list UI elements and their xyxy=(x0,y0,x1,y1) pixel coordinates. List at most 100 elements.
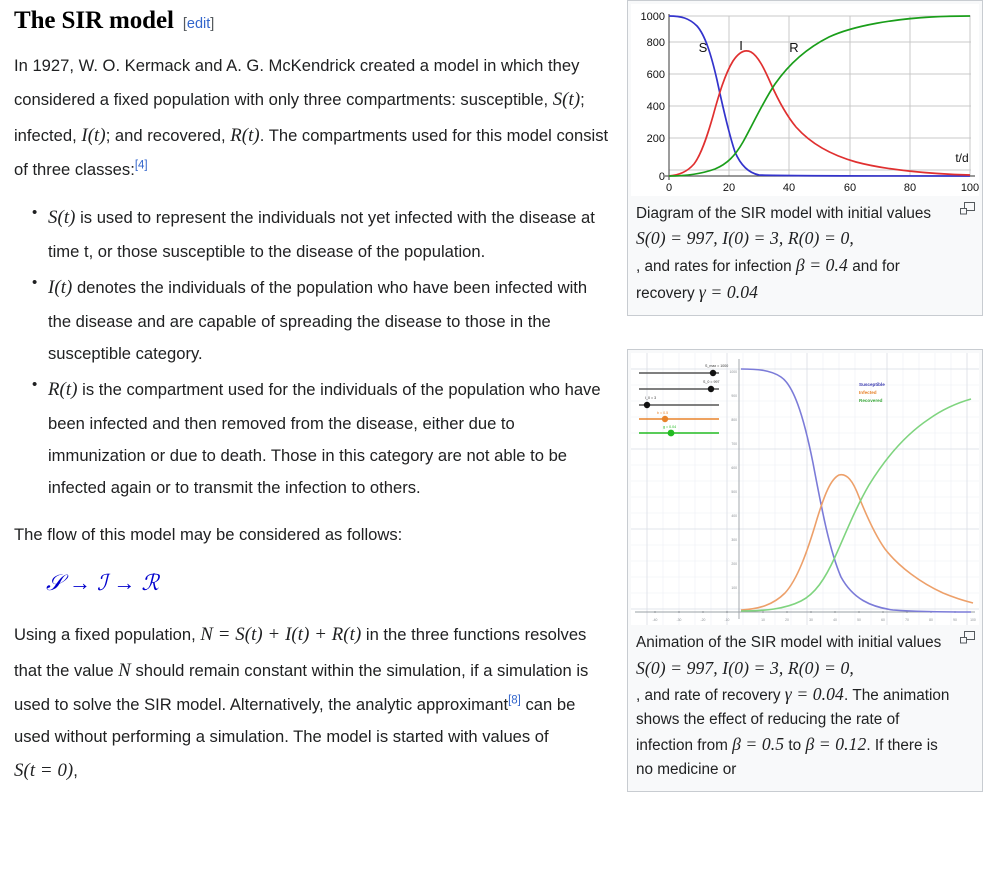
svg-text:100: 100 xyxy=(731,586,737,590)
arrow-icon: → xyxy=(69,570,93,596)
svg-text:-30: -30 xyxy=(677,618,682,622)
caption-initial-values: S(0) = 997, I(0) = 3, R(0) = 0, xyxy=(636,657,854,678)
thumbnail-2-caption: Animation of the SIR model with initial … xyxy=(631,625,979,789)
slider-handle-beta[interactable] xyxy=(661,416,669,423)
svg-text:100: 100 xyxy=(961,182,979,194)
caption-math-values: S(0) = 997, I(0) = 3, R(0) = 0 xyxy=(636,228,850,249)
svg-text:10: 10 xyxy=(761,618,765,622)
thumbnail-column: 1000 800 600 400 200 0 0 20 40 60 80 100… xyxy=(627,0,983,825)
svg-text:0: 0 xyxy=(659,171,665,183)
flow-lead-paragraph: The flow of this model may be considered… xyxy=(14,525,403,545)
sir-line-chart: 1000 800 600 400 200 0 0 20 40 60 80 100… xyxy=(631,4,979,196)
caption-text-d: to xyxy=(784,737,806,755)
math-symbol-s: S(t) xyxy=(48,207,76,229)
reference-8[interactable]: [8] xyxy=(508,694,521,707)
intro-paragraph: In 1927, W. O. Kermack and A. G. McKendr… xyxy=(14,50,614,186)
flow-symbol-r: ℛ xyxy=(141,570,160,596)
sir-animation-image[interactable]: 1000 900 800 700 600 500 400 300 200 100 -40 -… xyxy=(631,353,979,626)
svg-text:40: 40 xyxy=(833,618,837,622)
caption-text-a: Animation of the SIR model with initial … xyxy=(636,634,942,652)
slider-handle-i0[interactable] xyxy=(643,402,651,409)
svg-text:800: 800 xyxy=(647,37,665,49)
svg-text:400: 400 xyxy=(647,101,665,113)
slider-label-i0: I_0 = 3 xyxy=(645,396,656,400)
arrow-icon: → xyxy=(113,570,137,596)
math-symbol-i: I(t) xyxy=(48,277,73,299)
reference-4[interactable]: [4] xyxy=(135,160,148,172)
flow-formula: 𝒮 → ℐ → ℛ xyxy=(14,565,614,601)
intro-text-c: ; and recovered, xyxy=(105,126,231,146)
list-item: I(t) denotes the individuals of the popu… xyxy=(32,269,614,370)
enlarge-icon[interactable] xyxy=(960,202,975,215)
svg-text:600: 600 xyxy=(647,69,665,81)
list-item-text: denotes the individuals of the populatio… xyxy=(48,278,588,363)
math-s-t-zero: S(t = 0) xyxy=(14,759,74,781)
svg-text:100: 100 xyxy=(970,618,976,622)
caption-text-a: Diagram of the SIR model with initial va… xyxy=(636,205,932,222)
article-body: The SIR model [edit] In 1927, W. O. Kerm… xyxy=(14,0,614,803)
page-title: The SIR model xyxy=(14,7,174,34)
math-population-equation: N = S(t) + I(t) + R(t) xyxy=(200,623,362,645)
svg-text:900: 900 xyxy=(731,394,737,398)
slider-handle-s0[interactable] xyxy=(707,386,715,393)
caption-gamma: γ = 0.04 xyxy=(698,281,759,302)
flow-symbol-s: 𝒮 xyxy=(46,570,65,596)
svg-text:-10: -10 xyxy=(725,618,730,622)
svg-text:30: 30 xyxy=(809,618,813,622)
closing-text-e: , xyxy=(73,760,78,780)
math-i-of-t: I(t) xyxy=(81,125,106,147)
svg-text:600: 600 xyxy=(731,466,737,470)
svg-text:60: 60 xyxy=(881,618,885,622)
svg-text:0: 0 xyxy=(666,182,672,194)
svg-text:50: 50 xyxy=(857,618,861,622)
caption-beta: β = 0.4 xyxy=(795,254,848,275)
sir-diagram-image[interactable]: 1000 800 600 400 200 0 0 20 40 60 80 100… xyxy=(631,4,979,196)
svg-text:60: 60 xyxy=(844,182,856,194)
math-s-of-t: S(t) xyxy=(552,89,581,111)
compartment-class-list: S(t) is used to represent the individual… xyxy=(14,199,614,504)
svg-text:80: 80 xyxy=(929,618,933,622)
enlarge-icon[interactable] xyxy=(960,631,975,644)
caption-initial-values: S(0) = 997, I(0) = 3, R(0) = 0, xyxy=(636,228,854,249)
caption-beta-end: β = 0.12 xyxy=(805,734,867,755)
slider-handle-gamma[interactable] xyxy=(667,430,675,437)
svg-text:1000: 1000 xyxy=(641,11,665,23)
sir-animation-chart: 1000 900 800 700 600 500 400 300 200 100 -40 -… xyxy=(631,353,979,626)
svg-text:20: 20 xyxy=(723,182,735,194)
intro-text-a: In 1927, W. O. Kermack and A. G. McKendr… xyxy=(14,56,580,110)
edit-link[interactable]: edit xyxy=(187,16,210,32)
math-n: N xyxy=(118,659,131,681)
svg-text:1000: 1000 xyxy=(729,370,737,374)
caption-text-b: , and rates for infection xyxy=(636,257,796,275)
thumbnail-sir-animation: 1000 900 800 700 600 500 400 300 200 100 -40 -… xyxy=(627,349,983,793)
legend-susceptible: Susceptible xyxy=(859,382,885,387)
svg-text:90: 90 xyxy=(953,618,957,622)
svg-text:40: 40 xyxy=(783,182,795,194)
list-item: S(t) is used to represent the individual… xyxy=(32,199,614,268)
list-item: R(t) is the compartment used for the ind… xyxy=(32,371,614,504)
flow-symbol-i: ℐ xyxy=(97,570,109,596)
slider-label-s0: S_0 = 997 xyxy=(703,380,720,384)
legend-recovered: Recovered xyxy=(859,398,883,403)
bracket-close: ] xyxy=(210,16,215,32)
svg-text:20: 20 xyxy=(785,618,789,622)
svg-text:700: 700 xyxy=(731,442,737,446)
section-heading: The SIR model [edit] xyxy=(14,5,614,36)
caption-beta-start: β = 0.5 xyxy=(732,734,785,755)
caption-gamma: γ = 0.04 xyxy=(784,684,844,705)
math-symbol-r: R(t) xyxy=(48,378,78,400)
slider-handle-smax[interactable] xyxy=(709,370,717,377)
slider-label-beta: b = 0.5 xyxy=(657,411,668,415)
svg-text:400: 400 xyxy=(731,514,737,518)
svg-text:70: 70 xyxy=(905,618,909,622)
label-recovered: R xyxy=(789,40,798,55)
svg-text:-20: -20 xyxy=(701,618,706,622)
svg-text:200: 200 xyxy=(731,562,737,566)
math-r-of-t: R(t) xyxy=(230,125,260,147)
closing-text-a: Using a fixed population, xyxy=(14,624,201,644)
thumbnail-sir-diagram: 1000 800 600 400 200 0 0 20 40 60 80 100… xyxy=(627,0,983,317)
edit-section-link[interactable]: [edit] xyxy=(183,13,214,36)
caption-math-values: S(0) = 997, I(0) = 3, R(0) = 0 xyxy=(636,657,850,678)
slider-label-gamma: g = 0.04 xyxy=(663,425,676,429)
svg-text:500: 500 xyxy=(731,490,737,494)
